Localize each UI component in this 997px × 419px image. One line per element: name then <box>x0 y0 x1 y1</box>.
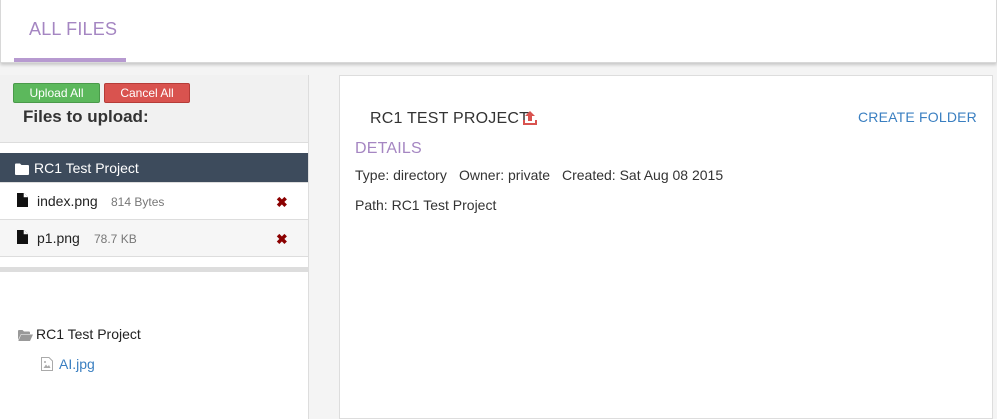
upload-icon[interactable] <box>522 110 538 131</box>
cancel-all-button[interactable]: Cancel All <box>104 83 190 103</box>
folder-icon <box>15 162 29 180</box>
upload-panel: Upload All Cancel All Files to upload: R… <box>0 75 309 419</box>
remove-icon[interactable]: ✖ <box>276 194 288 211</box>
upload-all-button[interactable]: Upload All <box>13 83 100 103</box>
created-value: Created: Sat Aug 08 2015 <box>562 167 724 183</box>
image-file-icon <box>41 357 53 374</box>
type-value: Type: directory <box>355 167 447 183</box>
remove-icon[interactable]: ✖ <box>276 231 288 248</box>
upload-project-label: RC1 Test Project <box>34 160 139 176</box>
upload-project-row[interactable]: RC1 Test Project <box>0 153 308 183</box>
top-bar: ALL FILES <box>0 0 997 63</box>
file-size: 814 Bytes <box>111 195 165 209</box>
create-folder-button[interactable]: CREATE FOLDER <box>858 109 977 125</box>
owner-value: Owner: private <box>459 167 551 183</box>
file-size: 78.7 KB <box>94 232 137 246</box>
tab-all-files-label: ALL FILES <box>29 19 118 39</box>
panel-divider <box>0 267 308 272</box>
details-heading: DETAILS <box>355 140 422 157</box>
tree-item-label: AI.jpg <box>59 356 95 372</box>
file-icon <box>17 230 28 249</box>
upload-file-row: p1.png 78.7 KB ✖ <box>0 220 308 257</box>
details-panel: RC1 TEST PROJECT CREATE FOLDER DETAILS T… <box>339 75 993 419</box>
file-name: p1.png <box>37 230 80 246</box>
folder-open-icon <box>18 328 33 344</box>
file-icon <box>17 193 28 212</box>
file-name: index.png <box>37 193 98 209</box>
files-to-upload-title: Files to upload: <box>23 107 149 126</box>
upload-header: Upload All Cancel All Files to upload: <box>0 75 308 143</box>
tab-all-files[interactable]: ALL FILES <box>14 0 126 62</box>
tree-root-label: RC1 Test Project <box>36 326 141 342</box>
upload-file-row: index.png 814 Bytes ✖ <box>0 183 308 220</box>
path-value: Path: RC1 Test Project <box>355 197 497 213</box>
project-title: RC1 TEST PROJECT <box>370 110 530 127</box>
